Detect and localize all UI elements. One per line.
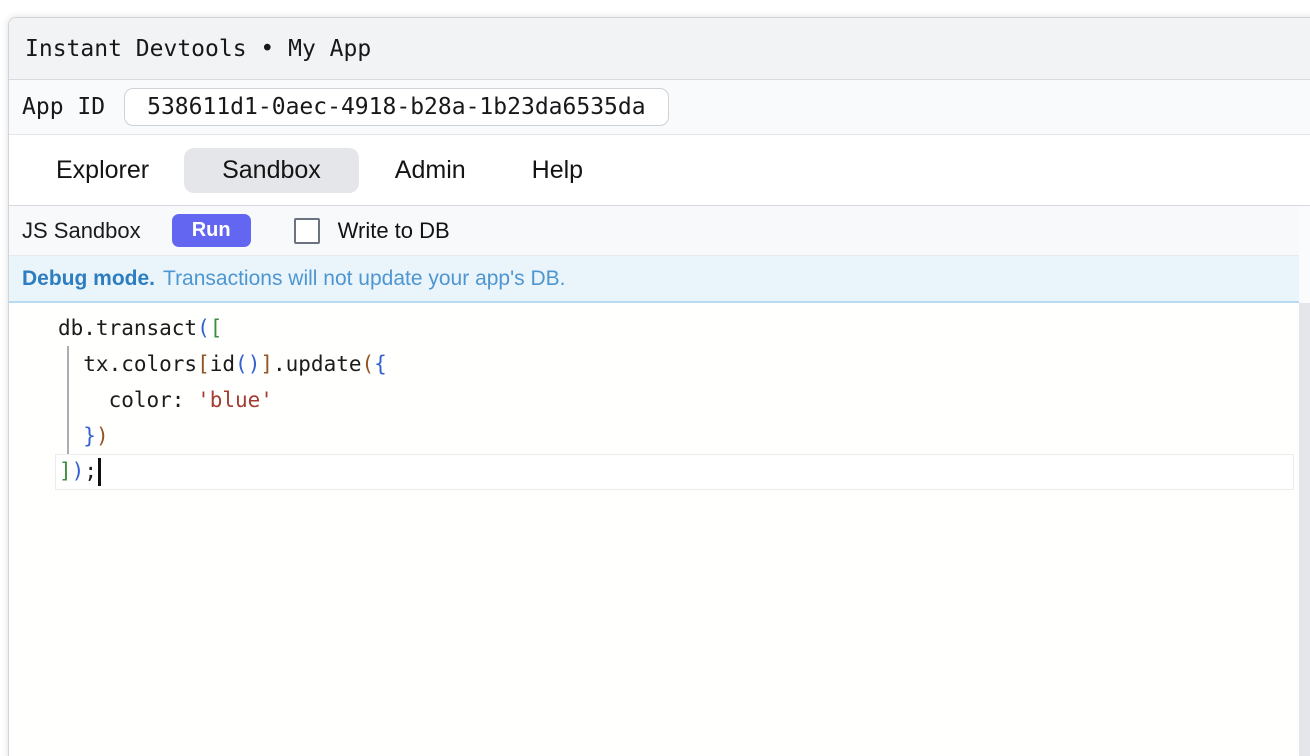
code-token: ) — [248, 352, 261, 376]
tab-sandbox[interactable]: Sandbox — [184, 148, 359, 193]
window-title: Instant Devtools • My App — [25, 36, 371, 62]
write-to-db-label[interactable]: Write to DB — [338, 218, 450, 244]
code-editor[interactable]: db.transact([ tx.colors[id()].update({ c… — [9, 303, 1310, 756]
tabs: Explorer Sandbox Admin Help — [9, 135, 1310, 206]
code-token: ; — [84, 459, 97, 483]
code-token: ] — [59, 459, 72, 483]
code-token: { — [374, 352, 387, 376]
code-token: tx.colors — [58, 352, 197, 376]
code-token: color: — [58, 388, 197, 412]
app-id-row: App ID 538611d1-0aec-4918-b28a-1b23da653… — [9, 80, 1310, 135]
scrollbar-track[interactable] — [1299, 206, 1310, 303]
debug-banner: Debug mode. Transactions will not update… — [9, 256, 1310, 303]
code-token: ) — [96, 424, 109, 448]
write-to-db-checkbox[interactable] — [294, 218, 320, 244]
code-token: db.transact — [58, 316, 197, 340]
code-line[interactable]: }) — [55, 418, 1294, 454]
run-button[interactable]: Run — [172, 214, 251, 247]
code-token: ) — [72, 459, 85, 483]
code-content: db.transact([ tx.colors[id()].update({ c… — [55, 310, 1294, 490]
debug-banner-title: Debug mode. — [22, 267, 155, 291]
tab-help[interactable]: Help — [532, 156, 583, 185]
tab-explorer[interactable]: Explorer — [56, 156, 149, 185]
code-token: id — [210, 352, 235, 376]
code-token: ( — [362, 352, 375, 376]
panel-label: JS Sandbox — [22, 218, 141, 244]
devtools-window: Instant Devtools • My App App ID 538611d… — [8, 17, 1310, 756]
code-token: 'blue' — [197, 388, 273, 412]
code-token: .update — [273, 352, 362, 376]
code-token: ( — [197, 316, 210, 340]
code-token: } — [83, 424, 96, 448]
app-header: Instant Devtools • My App — [9, 18, 1310, 80]
code-token: ( — [235, 352, 248, 376]
code-line[interactable]: color: 'blue' — [55, 382, 1294, 418]
tab-admin[interactable]: Admin — [395, 156, 466, 185]
text-cursor — [98, 458, 101, 486]
app-id-pill[interactable]: 538611d1-0aec-4918-b28a-1b23da6535da — [124, 88, 669, 126]
code-line[interactable]: db.transact([ — [55, 310, 1294, 346]
scrollbar-thumb[interactable] — [1299, 303, 1310, 756]
code-token — [58, 424, 83, 448]
code-token: [ — [210, 316, 223, 340]
code-line[interactable]: ]); — [55, 454, 1294, 490]
sandbox-toolbar: JS Sandbox Run Write to DB — [9, 206, 1310, 256]
debug-banner-text: Transactions will not update your app's … — [163, 267, 565, 291]
app-id-label: App ID — [22, 94, 105, 120]
code-token: [ — [197, 352, 210, 376]
code-line[interactable]: tx.colors[id()].update({ — [55, 346, 1294, 382]
code-token: ] — [260, 352, 273, 376]
